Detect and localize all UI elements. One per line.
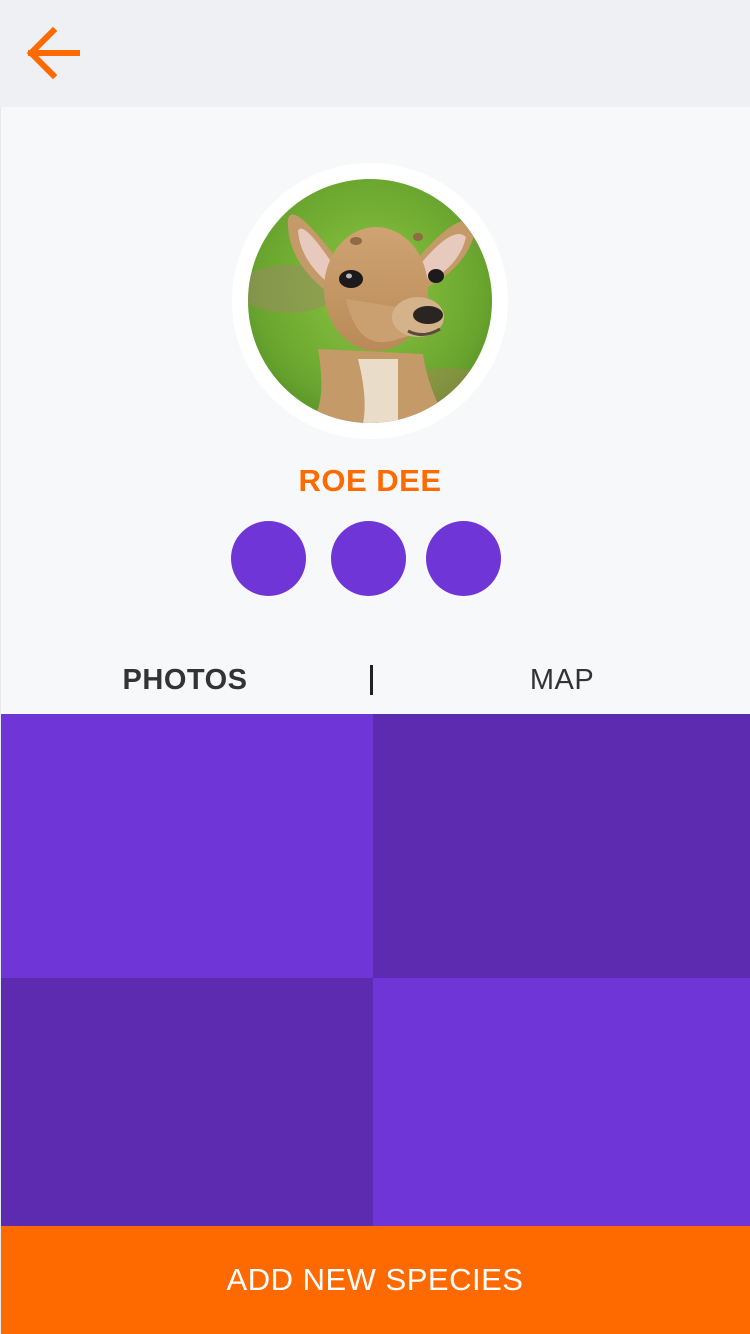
photo-tile[interactable] bbox=[373, 714, 750, 978]
photo-grid bbox=[0, 714, 750, 1226]
species-detail-screen: ROE DEE PHOTOS MAP ADD NEW SPECIES bbox=[0, 0, 750, 1334]
tab-bar: PHOTOS MAP bbox=[0, 647, 750, 714]
add-new-species-button[interactable]: ADD NEW SPECIES bbox=[0, 1226, 750, 1334]
roe-deer-photo bbox=[248, 179, 492, 423]
avatar-frame bbox=[232, 163, 508, 439]
badge-row bbox=[0, 521, 740, 597]
tab-divider bbox=[370, 665, 373, 695]
photo-tile[interactable] bbox=[0, 714, 373, 978]
tab-photos[interactable]: PHOTOS bbox=[0, 647, 370, 714]
badge-circle[interactable] bbox=[426, 521, 501, 596]
back-button[interactable] bbox=[14, 18, 90, 88]
arrow-left-icon bbox=[26, 26, 80, 80]
tab-map[interactable]: MAP bbox=[374, 647, 750, 714]
badge-circle[interactable] bbox=[231, 521, 306, 596]
top-bar bbox=[0, 0, 750, 107]
divider bbox=[0, 107, 1, 1334]
photo-tile[interactable] bbox=[373, 978, 750, 1226]
avatar bbox=[248, 179, 492, 423]
photo-tile[interactable] bbox=[0, 978, 373, 1226]
badge-circle[interactable] bbox=[331, 521, 406, 596]
species-profile: ROE DEE bbox=[0, 107, 750, 647]
species-name: ROE DEE bbox=[298, 463, 442, 498]
